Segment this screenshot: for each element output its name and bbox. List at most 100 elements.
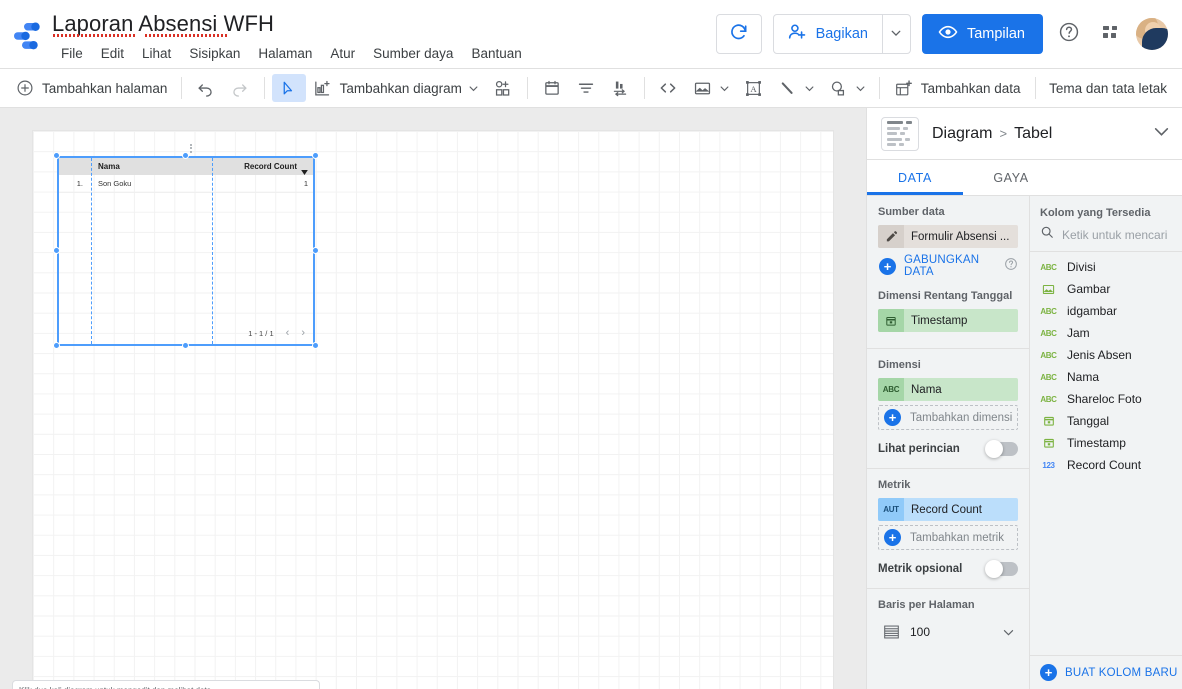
resize-handle-top-center[interactable] [182, 152, 189, 159]
field-item-timestamp[interactable]: Timestamp [1030, 432, 1182, 454]
table-header-record-count[interactable]: Record Count [210, 162, 313, 175]
menu-item-edit[interactable]: Edit [92, 42, 133, 66]
add-data-button[interactable]: Tambahkan data [887, 74, 1028, 102]
breadcrumb-separator: > [999, 126, 1008, 141]
data-source-pill[interactable]: Formulir Absensi ... [878, 225, 1018, 248]
optional-metric-toggle[interactable] [985, 560, 1018, 578]
optional-metric-label: Metrik opsional [878, 563, 963, 575]
add-dimension-button[interactable]: Tambahkan dimensi [878, 405, 1018, 430]
embed-code-button[interactable] [651, 74, 685, 102]
undo-button[interactable] [189, 74, 223, 102]
table-chart[interactable]: Nama Record Count 1. Son Goku 1 1 - 1 / … [59, 158, 313, 344]
embed-code-icon [658, 78, 678, 98]
filter-control-icon [576, 78, 596, 98]
resize-handle-middle-right[interactable] [312, 247, 319, 254]
data-control-button[interactable] [603, 74, 637, 102]
report-canvas[interactable]: Nama Record Count 1. Son Goku 1 1 - 1 / … [0, 108, 866, 689]
number-field-type-icon: 123 [1042, 460, 1055, 470]
filter-control-button[interactable] [569, 74, 603, 102]
plus-circle-blue-icon [884, 409, 901, 426]
field-item-gambar[interactable]: Gambar [1030, 278, 1182, 300]
google-apps-button[interactable] [1095, 19, 1125, 49]
line-button[interactable] [770, 74, 821, 102]
date-range-dimension-pill[interactable]: Timestamp [878, 309, 1018, 332]
table-header-nama[interactable]: Nama [91, 162, 210, 171]
chart-selection-frame: Nama Record Count 1. Son Goku 1 1 - 1 / … [57, 156, 315, 346]
collapse-panel-button[interactable] [1153, 123, 1170, 145]
blend-data-row[interactable]: GABUNGKAN DATA [879, 254, 1018, 278]
pencil-icon[interactable] [878, 225, 904, 248]
field-item-record-count[interactable]: 123 Record Count [1030, 454, 1182, 476]
drill-down-toggle[interactable] [985, 440, 1018, 458]
add-chart-button[interactable]: Tambahkan diagram [306, 74, 486, 102]
image-button[interactable] [685, 74, 736, 102]
add-page-button[interactable]: Tambahkan halaman [8, 74, 174, 102]
share-dropdown-button[interactable] [881, 15, 910, 53]
select-tool-button[interactable] [271, 74, 306, 102]
abc-field-type-icon: ABC [1040, 394, 1057, 404]
resize-handle-bottom-center[interactable] [182, 342, 189, 349]
add-data-icon [894, 78, 914, 98]
theme-layout-button[interactable]: Tema dan tata letak [1042, 77, 1174, 100]
create-field-button[interactable]: BUAT KOLOM BARU [1030, 655, 1182, 689]
menu-item-atur[interactable]: Atur [321, 42, 364, 66]
table-row[interactable]: 1. Son Goku 1 [59, 175, 313, 193]
field-item-divisi[interactable]: ABC Divisi [1030, 256, 1182, 278]
table-chart-object[interactable]: Nama Record Count 1. Son Goku 1 1 - 1 / … [53, 143, 319, 349]
metric-pill-record-count[interactable]: AUT Record Count [878, 498, 1018, 521]
menu-item-lihat[interactable]: Lihat [133, 42, 180, 66]
help-button[interactable] [1054, 19, 1084, 49]
refresh-data-button[interactable] [715, 14, 762, 54]
field-item-jam[interactable]: ABC Jam [1030, 322, 1182, 344]
field-item-nama[interactable]: ABC Nama [1030, 366, 1182, 388]
community-visualization-button[interactable] [486, 74, 520, 102]
app-header: Laporan Absensi WFH File Edit Lihat Sisi… [0, 0, 1182, 69]
avatar[interactable] [1136, 18, 1168, 50]
tab-gaya[interactable]: GAYA [963, 160, 1059, 195]
data-control-icon [610, 78, 630, 98]
menu-item-sisipkan[interactable]: Sisipkan [180, 42, 249, 66]
menu-item-sumber-daya[interactable]: Sumber daya [364, 42, 462, 66]
field-item-idgambar[interactable]: ABC idgambar [1030, 300, 1182, 322]
text-box-icon: A [743, 78, 763, 98]
calendar-field-type-icon [1040, 437, 1057, 449]
redo-button[interactable] [223, 74, 257, 102]
menu-item-file[interactable]: File [52, 42, 92, 66]
date-range-control-button[interactable] [535, 74, 569, 102]
table-pagination: 1 - 1 / 1 ‹ › [59, 325, 313, 341]
dimension-pill-nama[interactable]: ABC Nama [878, 378, 1018, 401]
resize-handle-middle-left[interactable] [53, 247, 60, 254]
available-fields-list: ABC Divisi Gambar ABC idgambar ABC Jam A… [1030, 252, 1182, 476]
search-input[interactable] [1062, 227, 1172, 242]
breadcrumb-parent[interactable]: Diagram [932, 125, 992, 143]
resize-handle-bottom-left[interactable] [53, 342, 60, 349]
calendar-field-type-icon [1040, 415, 1057, 427]
field-item-shareloc-foto[interactable]: ABC Shareloc Foto [1030, 388, 1182, 410]
help-circle-icon[interactable] [1004, 257, 1018, 276]
view-mode-button[interactable]: Tampilan [921, 14, 1043, 54]
text-box-button[interactable]: A [736, 74, 770, 102]
share-button[interactable]: Bagikan [774, 15, 882, 53]
tab-data[interactable]: DATA [867, 160, 963, 195]
abc-field-type-icon: ABC [1040, 262, 1057, 272]
breadcrumb-current[interactable]: Tabel [1014, 125, 1052, 143]
resize-handle-top-left[interactable] [53, 152, 60, 159]
sort-descending-caret-icon[interactable] [301, 168, 308, 177]
field-name: Tanggal [1067, 414, 1110, 428]
menu-item-halaman[interactable]: Halaman [249, 42, 321, 66]
chevron-right-icon[interactable]: › [301, 327, 305, 339]
resize-handle-top-right[interactable] [312, 152, 319, 159]
add-metric-button[interactable]: Tambahkan metrik [878, 525, 1018, 550]
column-divider-2[interactable] [212, 158, 213, 344]
field-item-tanggal[interactable]: Tanggal [1030, 410, 1182, 432]
resize-handle-bottom-right[interactable] [312, 342, 319, 349]
shape-button[interactable] [821, 74, 872, 102]
available-fields-search[interactable] [1030, 225, 1182, 252]
rows-per-page-select[interactable]: 100 [878, 618, 1018, 646]
eye-icon [938, 22, 958, 47]
menu-item-bantuan[interactable]: Bantuan [462, 42, 530, 66]
chevron-left-icon[interactable]: ‹ [286, 327, 290, 339]
field-item-jenis-absen[interactable]: ABC Jenis Absen [1030, 344, 1182, 366]
column-divider-1[interactable] [91, 158, 92, 344]
report-page[interactable]: Nama Record Count 1. Son Goku 1 1 - 1 / … [33, 131, 833, 689]
